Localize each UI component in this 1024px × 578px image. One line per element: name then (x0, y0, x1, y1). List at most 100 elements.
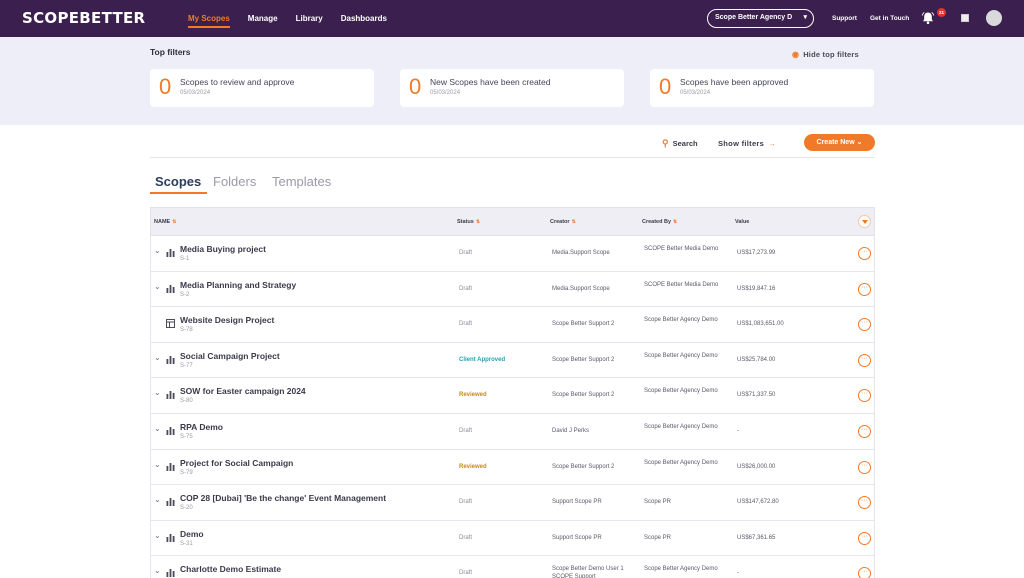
creator-cell: Support Scope PR (552, 534, 602, 541)
nav-manage[interactable]: Manage (248, 0, 278, 37)
tab-scopes[interactable]: Scopes (155, 174, 201, 189)
expand-chevron-icon[interactable]: ⌄ (154, 246, 161, 255)
scope-code: S-20 (180, 505, 193, 512)
filter-card-approved[interactable]: 0 Scopes have been approved 05/03/2024 (650, 69, 874, 107)
scope-code: S-31 (180, 540, 193, 547)
table-row[interactable]: ⌄ Media Planning and Strategy S-2 Draft Medi… (150, 271, 875, 308)
column-header-status[interactable]: Status ⇅ (457, 208, 480, 236)
more-options-icon[interactable]: ··· (858, 567, 871, 578)
more-options-icon[interactable]: ··· (858, 318, 871, 332)
table-row[interactable]: ⌄ COP 28 [Dubai] 'Be the change' Event Ma… (150, 485, 875, 521)
filter-card-new-scopes[interactable]: 0 New Scopes have been created 05/03/202… (400, 69, 624, 107)
value-cell: - (737, 427, 739, 434)
scope-name[interactable]: RPA Demo (180, 422, 223, 432)
scope-name[interactable]: Media Buying project (180, 244, 266, 254)
arrow-right-icon: → (768, 139, 776, 148)
scope-name[interactable]: Charlotte Demo Estimate (180, 564, 281, 574)
more-options-icon[interactable]: ··· (858, 353, 871, 367)
table-row[interactable]: ⌄ Charlotte Demo Estimate Draft Scope Bette… (150, 556, 875, 578)
table-row[interactable]: ⌄ RPA Demo S-75 Draft David J Perks Scope Bet… (150, 413, 875, 450)
expand-chevron-icon[interactable]: ⌄ (154, 531, 161, 540)
value-cell: US$1,083,651.00 (737, 321, 784, 328)
table-row[interactable]: ⌄ Media Buying project S-1 Draft Media.Suppo… (150, 236, 875, 272)
scope-code: S-75 (180, 433, 193, 440)
expand-chevron-icon[interactable]: ⌄ (154, 388, 161, 397)
value-cell: US$26,000.00 (737, 463, 776, 470)
bar-chart-icon (166, 498, 175, 507)
create-new-button[interactable]: Create New ⌄ (804, 134, 875, 151)
scope-name[interactable]: Website Design Project (180, 315, 274, 325)
support-link[interactable]: Support (832, 0, 857, 37)
scopebetter-logo[interactable]: SCOPEBETTER (22, 9, 145, 27)
expand-chevron-icon[interactable]: ⌄ (154, 495, 161, 504)
expand-chevron-icon[interactable]: ⌄ (154, 566, 161, 575)
more-options-icon[interactable]: ··· (858, 282, 871, 296)
nav-library[interactable]: Library (296, 0, 323, 37)
scope-name[interactable]: Demo (180, 529, 204, 539)
status-badge: Draft (459, 250, 473, 256)
bar-chart-icon (166, 284, 175, 293)
column-options-icon[interactable] (858, 215, 871, 228)
scope-name[interactable]: COP 28 [Dubai] 'Be the change' Event Man… (180, 493, 386, 503)
filter-card-date: 05/03/2024 (430, 90, 461, 96)
expand-chevron-icon[interactable]: ⌄ (154, 282, 161, 291)
more-options-icon[interactable]: ··· (858, 424, 871, 438)
more-options-icon[interactable]: ··· (858, 389, 871, 403)
creator-cell: Support Scope PR (552, 499, 602, 506)
table-row[interactable]: ⌄ Demo S-31 Draft Support Scope PR Scope PR US… (150, 520, 875, 557)
table-row[interactable]: ⌄ Social Campaign Project S-77 Client Appro… (150, 342, 875, 379)
status-badge: Draft (459, 285, 473, 292)
sort-icon: ⇅ (673, 219, 678, 225)
created-by-cell: SCOPE Better Media Demo (644, 246, 719, 252)
tab-templates[interactable]: Templates (272, 174, 331, 189)
expand-chevron-icon[interactable]: ⌄ (154, 353, 161, 362)
scopes-table-body: ⌄ Media Buying project S-1 Draft Media.Suppo… (150, 236, 875, 578)
filter-card-count: 0 (409, 74, 422, 99)
sort-icon: ⇅ (475, 219, 481, 225)
value-cell: US$17,273.99 (737, 250, 776, 256)
show-filters-button[interactable]: Show filters → (718, 139, 776, 148)
tab-folders[interactable]: Folders (213, 174, 256, 189)
table-row[interactable]: Website Design Project S-78 Draft Scope Bet… (150, 307, 875, 343)
filter-card-count: 0 (159, 74, 172, 99)
scope-name[interactable]: Project for Social Campaign (180, 458, 293, 468)
nav-dashboards[interactable]: Dashboards (341, 0, 387, 37)
column-header-value[interactable]: Value (735, 208, 749, 236)
language-flag-icon[interactable] (961, 14, 969, 22)
bar-chart-icon (166, 569, 175, 578)
column-header-creator[interactable]: Creator ⇅ (550, 208, 576, 236)
value-cell: - (737, 570, 739, 577)
more-options-icon[interactable]: ··· (858, 247, 871, 260)
scope-name[interactable]: SOW for Easter campaign 2024 (180, 386, 306, 396)
bar-chart-icon (166, 426, 175, 435)
creator-cell: Scope Better Demo User 1 SCOPE Support (552, 566, 624, 578)
table-row[interactable]: ⌄ SOW for Easter campaign 2024 S-80 Reviewe… (150, 378, 875, 414)
column-header-name[interactable]: NAME ⇅ (154, 208, 176, 236)
agency-select[interactable]: Scope Better Agency D ▾ (707, 9, 814, 28)
value-cell: US$19,847.16 (737, 285, 776, 292)
search-button[interactable]: ⚲ Search (662, 138, 698, 149)
chevron-down-icon: ⌄ (856, 139, 863, 146)
more-options-icon[interactable]: ··· (858, 460, 871, 474)
bar-chart-icon (166, 391, 175, 400)
filter-card-count: 0 (659, 74, 672, 99)
expand-chevron-icon[interactable]: ⌄ (154, 460, 161, 469)
expand-chevron-icon[interactable]: ⌄ (154, 424, 161, 433)
filter-card-review-approve[interactable]: 0 Scopes to review and approve 05/03/202… (150, 69, 374, 107)
scope-name[interactable]: Social Campaign Project (180, 351, 280, 361)
more-options-icon[interactable]: ··· (858, 496, 871, 510)
creator-cell: Scope Better Support 2 (552, 321, 615, 328)
bell-icon[interactable] (921, 11, 935, 25)
column-header-created-by[interactable]: Created By ⇅ (642, 208, 677, 236)
hide-top-filters-button[interactable]: ◉ Hide top filters (792, 50, 859, 59)
get-in-touch-link[interactable]: Get in Touch (870, 0, 909, 37)
filter-card-date: 05/03/2024 (180, 90, 211, 96)
filter-card-date: 05/03/2024 (680, 90, 711, 96)
nav-my-scopes[interactable]: My Scopes (188, 0, 230, 37)
table-row[interactable]: ⌄ Project for Social Campaign S-79 Reviewed… (150, 449, 875, 486)
table-icon (166, 319, 175, 329)
more-options-icon[interactable]: ··· (858, 531, 871, 545)
scope-name[interactable]: Media Planning and Strategy (180, 280, 296, 290)
value-cell: US$147,672.80 (737, 499, 779, 506)
user-avatar[interactable] (986, 10, 1002, 26)
